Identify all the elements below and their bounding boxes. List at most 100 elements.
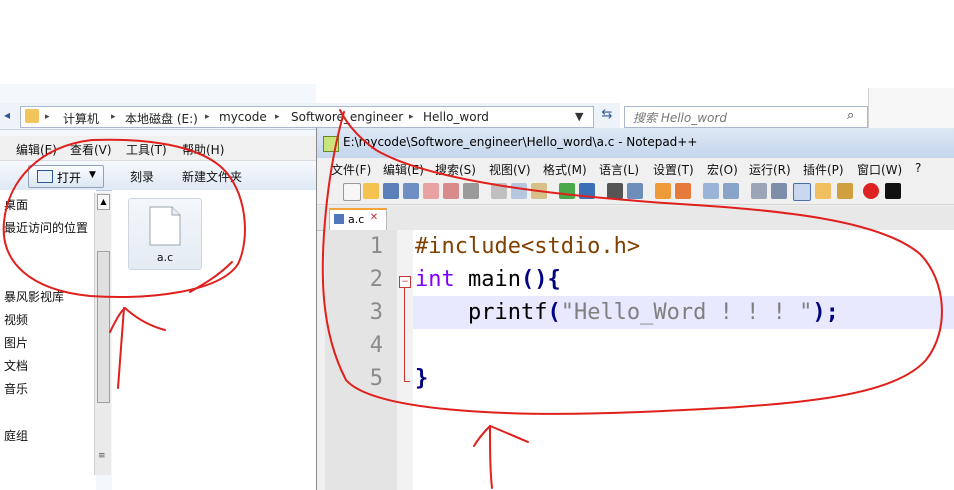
menu-edit[interactable]: 编辑(E) [16, 141, 57, 158]
paste-icon[interactable] [531, 183, 547, 199]
line-number: 4 [369, 333, 383, 358]
stop-macro-icon[interactable] [885, 183, 901, 199]
nav-item-homegroup[interactable]: 庭组 [4, 427, 28, 444]
breadcrumb-hello-word[interactable]: Hello_word [423, 110, 489, 124]
zoom-out-icon[interactable] [675, 183, 691, 199]
code-line-3: printf("Hello_Word ! ! ! "); [415, 300, 839, 325]
menu-language[interactable]: 语言(L) [599, 161, 639, 178]
line-number: 5 [369, 366, 383, 391]
menu-settings[interactable]: 设置(T) [653, 161, 694, 178]
close-file-icon[interactable] [423, 183, 439, 199]
find-icon[interactable] [607, 183, 623, 199]
refresh-icon[interactable]: ⇆ [596, 107, 618, 127]
nav-item-baofeng[interactable]: 暴风影视库 [4, 288, 64, 305]
word-wrap-icon[interactable] [751, 183, 767, 199]
breadcrumb-sep-icon: ▸ [111, 112, 116, 122]
zoom-in-icon[interactable] [655, 183, 671, 199]
nav-item-recent[interactable]: 最近访问的位置 [4, 219, 88, 236]
open-window-icon [37, 170, 53, 183]
menu-view[interactable]: 查看(V) [70, 141, 112, 158]
breadcrumb-computer[interactable]: 计算机 [63, 110, 99, 127]
breadcrumb-softwore-engineer[interactable]: Softwore_engineer [291, 110, 403, 124]
fold-line [404, 287, 405, 382]
code-line-2: int main(){ [415, 267, 561, 292]
menu-help[interactable]: 帮助(H) [182, 141, 224, 158]
scroll-up-icon[interactable]: ▲ [97, 194, 110, 210]
string-token: "Hello_Word ! ! ! " [560, 300, 813, 325]
save-all-icon[interactable] [403, 183, 419, 199]
explorer-menubar: 编辑(E) 查看(V) 工具(T) 帮助(H) [0, 136, 316, 161]
chevron-down-icon[interactable]: ▼ [575, 110, 583, 123]
cut-icon[interactable] [491, 183, 507, 199]
menu-edit[interactable]: 编辑(E) [383, 161, 424, 178]
close-all-icon[interactable] [443, 183, 459, 199]
fold-end [404, 381, 410, 382]
operator-token: ); [812, 300, 839, 325]
open-file-icon[interactable] [363, 183, 379, 199]
record-macro-icon[interactable] [863, 183, 879, 199]
nav-item-desktop[interactable]: 桌面 [4, 196, 28, 213]
code-editor[interactable]: 1 2 3 4 5 − #include<stdio.h> int main()… [325, 230, 954, 490]
line-number: 3 [369, 300, 383, 325]
tab-a-c[interactable]: a.c ✕ [329, 208, 387, 232]
chevron-down-icon[interactable]: ▼ [89, 170, 96, 180]
copy-icon[interactable] [511, 183, 527, 199]
address-box[interactable]: ▸ 计算机 ▸ 本地磁盘 (E:) ▸ mycode ▸ Softwore_en… [20, 106, 594, 128]
close-icon[interactable]: ✕ [368, 212, 380, 224]
nav-item-videos[interactable]: 视频 [4, 311, 28, 328]
notepad-tabbar: a.c ✕ [317, 206, 954, 232]
notepad-toolbar [317, 178, 954, 205]
doc-map-icon[interactable] [837, 183, 853, 199]
line-number: 1 [369, 234, 383, 259]
menu-run[interactable]: 运行(R) [749, 161, 791, 178]
menu-macro[interactable]: 宏(O) [707, 161, 738, 178]
file-icon [149, 206, 181, 246]
menu-window[interactable]: 窗口(W) [857, 161, 902, 178]
nav-scrollbar[interactable]: ▲ ≡ [94, 193, 111, 475]
indent-guide-icon[interactable] [793, 183, 811, 201]
user-language-icon[interactable] [815, 183, 831, 199]
menu-file[interactable]: 文件(F) [331, 161, 371, 178]
nav-item-documents[interactable]: 文档 [4, 357, 28, 374]
save-icon[interactable] [383, 183, 399, 199]
fold-minus-icon[interactable]: − [399, 276, 411, 288]
notepad-titlebar[interactable]: E:\mycode\Softwore_engineer\Hello_word\a… [317, 128, 954, 158]
menu-help[interactable]: ? [915, 161, 921, 175]
menu-tools[interactable]: 工具(T) [126, 141, 167, 158]
keyword-token: int [415, 267, 455, 292]
notepad-app-icon [323, 136, 339, 152]
breadcrumb-sep-icon: ▸ [45, 112, 50, 122]
breadcrumb-mycode[interactable]: mycode [219, 110, 267, 124]
breadcrumb-sep-icon: ▸ [409, 112, 414, 122]
operator-token: } [415, 366, 429, 391]
print-icon[interactable] [463, 183, 479, 199]
open-button[interactable]: 打开 ▼ [28, 165, 104, 188]
file-name: a.c [156, 251, 174, 264]
preprocessor-token: #include<stdio.h> [415, 234, 641, 259]
nav-item-pictures[interactable]: 图片 [4, 334, 28, 351]
show-all-chars-icon[interactable] [771, 183, 787, 199]
scroll-thumb[interactable] [97, 251, 110, 403]
undo-icon[interactable] [559, 183, 575, 199]
sync-vertical-icon[interactable] [703, 183, 719, 199]
sync-horizontal-icon[interactable] [723, 183, 739, 199]
menu-plugins[interactable]: 插件(P) [803, 161, 844, 178]
identifier-token: main [454, 267, 521, 292]
menu-search[interactable]: 搜索(S) [435, 161, 476, 178]
menu-view[interactable]: 视图(V) [489, 161, 531, 178]
window-title: E:\mycode\Softwore_engineer\Hello_word\a… [343, 135, 698, 149]
search-icon[interactable]: ⌕ [847, 108, 854, 123]
nav-item-music[interactable]: 音乐 [4, 380, 28, 397]
replace-icon[interactable] [627, 183, 643, 199]
search-placeholder: 搜索 Hello_word [633, 111, 727, 125]
file-item[interactable]: a.c [128, 198, 202, 270]
nav-back-icon[interactable]: ◂ [4, 108, 10, 122]
new-folder-button[interactable]: 新建文件夹 [182, 168, 242, 185]
breadcrumb-drive[interactable]: 本地磁盘 (E:) [125, 110, 198, 127]
menu-format[interactable]: 格式(M) [543, 161, 587, 178]
operator-token: ( [547, 300, 561, 325]
new-file-icon[interactable] [343, 183, 361, 201]
search-input[interactable]: 搜索 Hello_word ⌕ [624, 106, 868, 128]
redo-icon[interactable] [579, 183, 595, 199]
burn-button[interactable]: 刻录 [130, 168, 154, 185]
